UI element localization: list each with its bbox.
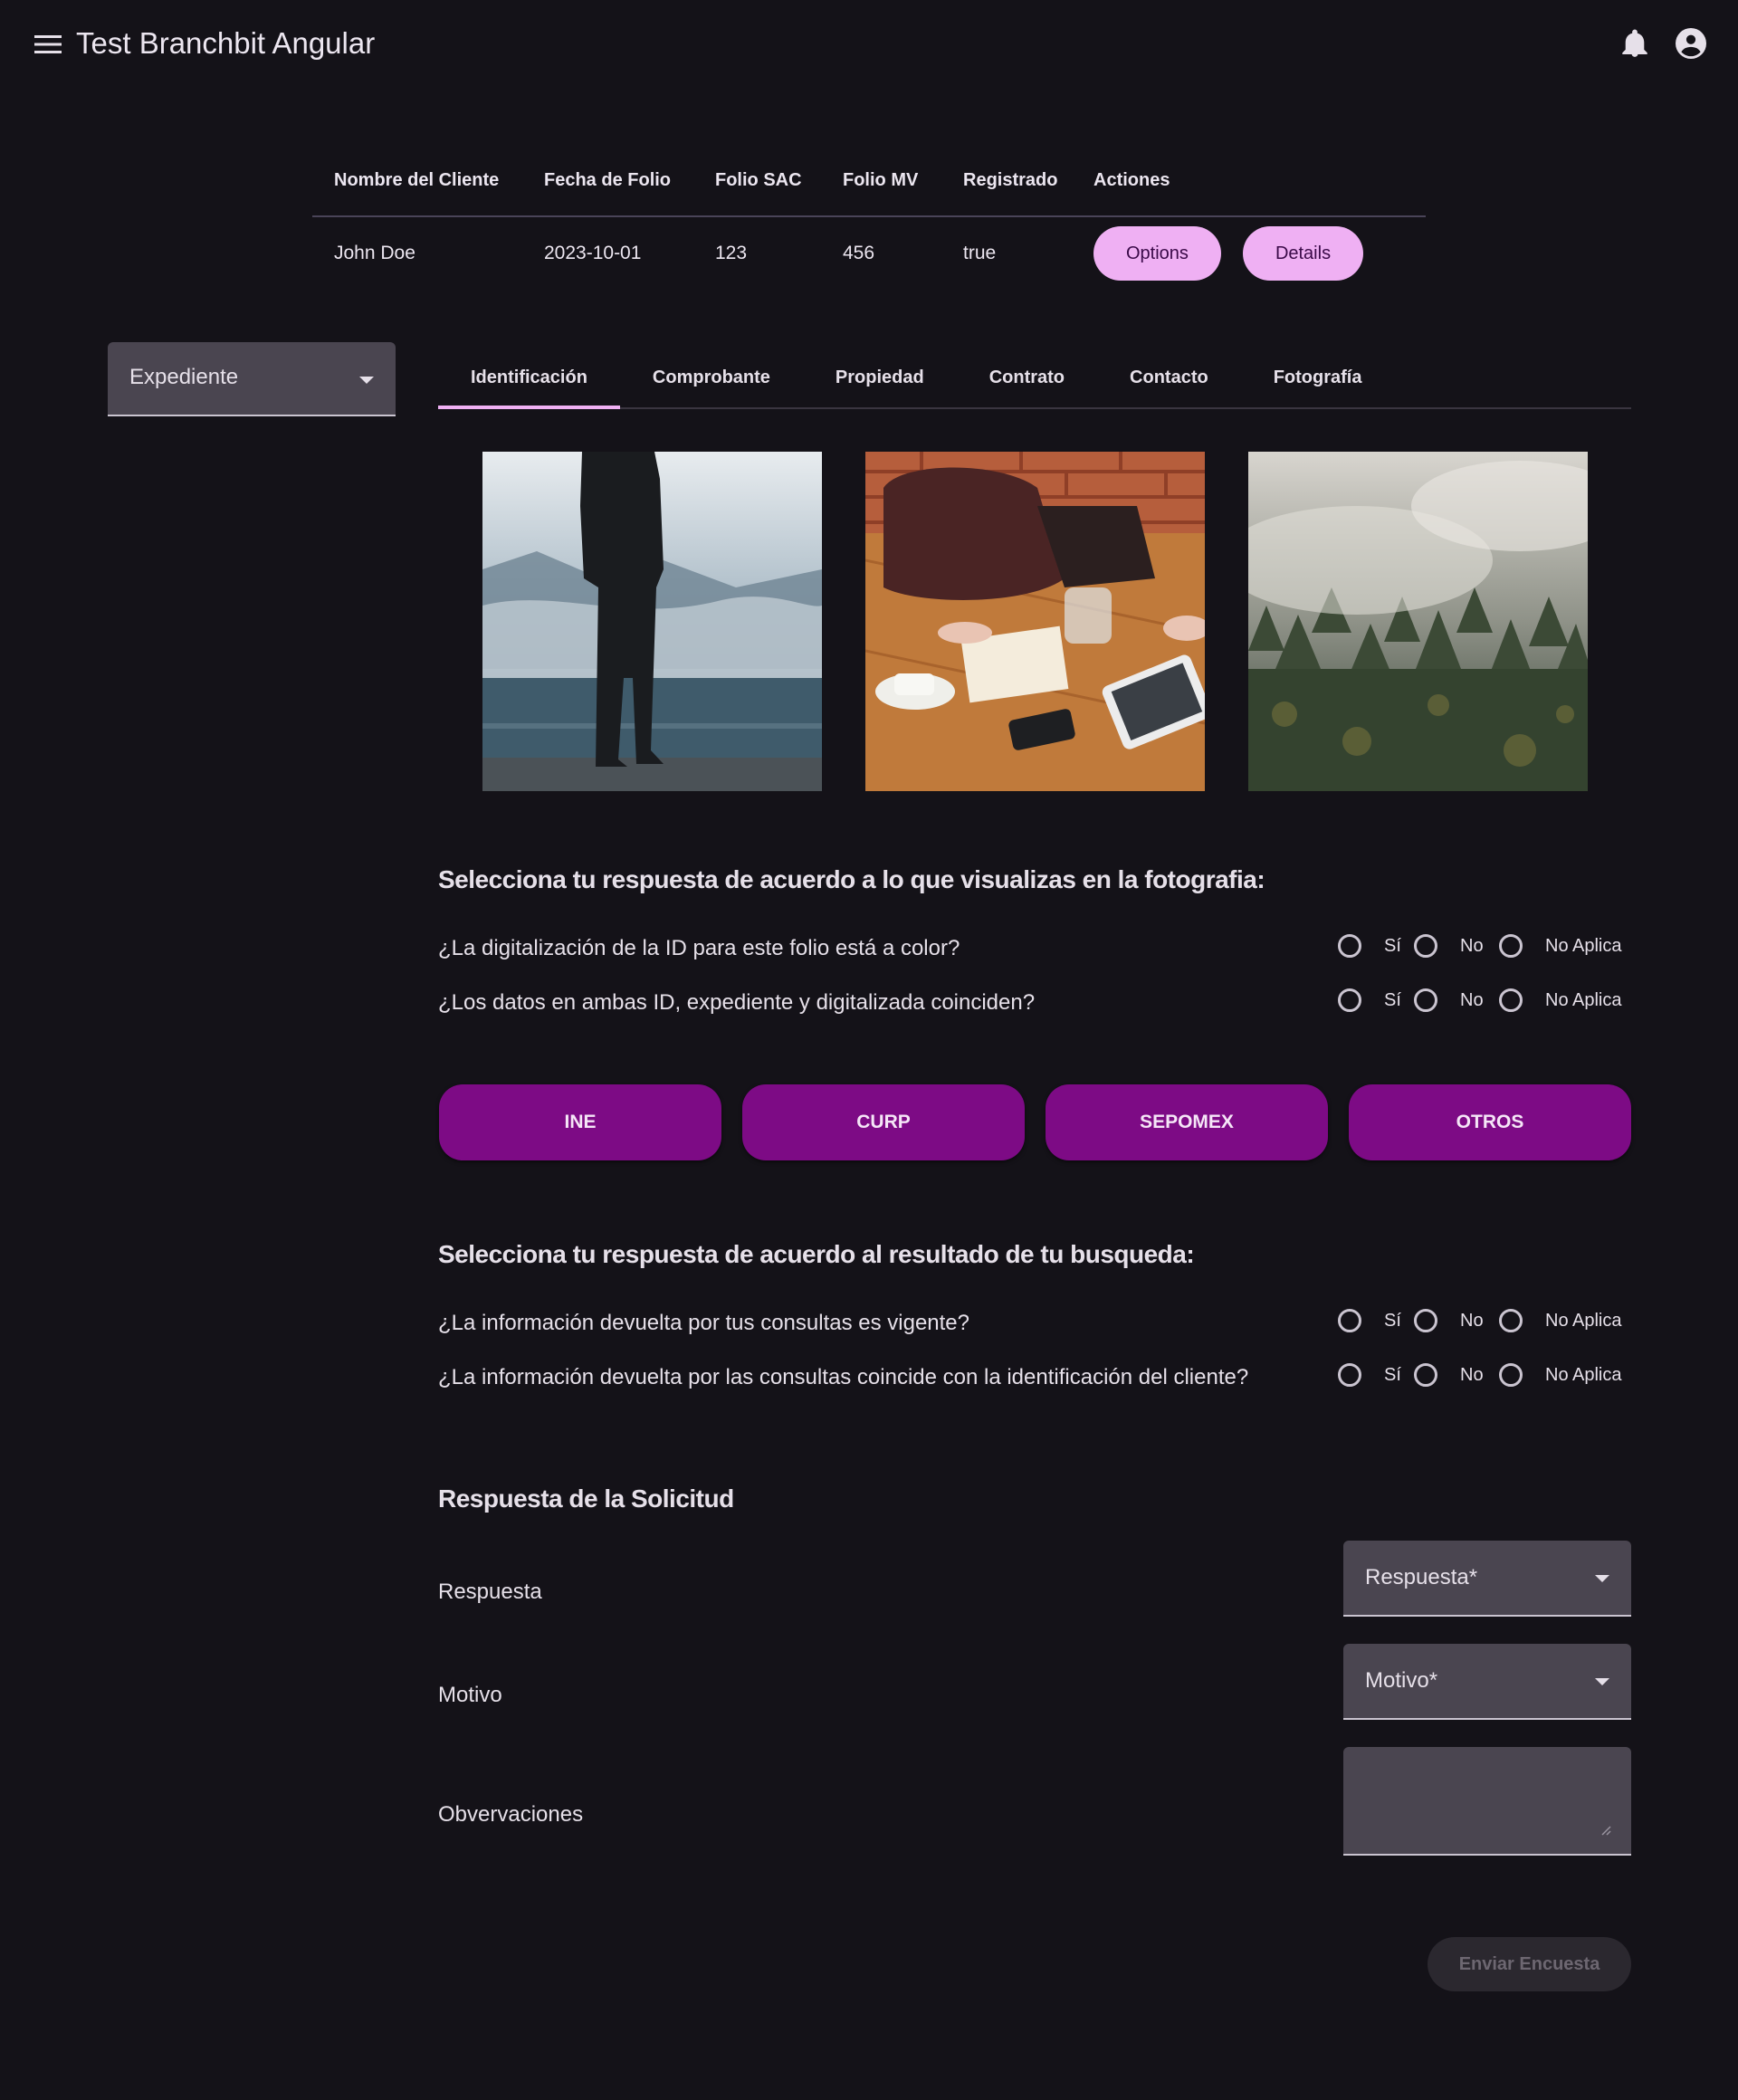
- question-id-color: ¿La digitalización de la ID para este fo…: [438, 936, 960, 960]
- motivo-placeholder: Motivo*: [1365, 1668, 1438, 1693]
- question-datos-coinciden: ¿Los datos en ambas ID, expediente y dig…: [438, 990, 1036, 1015]
- radio-no-aplica[interactable]: [1499, 1309, 1523, 1332]
- header-actions: Actiones: [1093, 169, 1170, 190]
- question-info-vigente: ¿La información devuelta por tus consult…: [438, 1311, 970, 1335]
- question-info-coincide: ¿La información devuelta por las consult…: [438, 1365, 1249, 1389]
- cell-actions: Options Details: [1079, 226, 1426, 281]
- radio-label-no-aplica[interactable]: No Aplica: [1545, 1365, 1622, 1386]
- motivo-label: Motivo: [438, 1683, 502, 1707]
- account-button[interactable]: [1671, 24, 1711, 63]
- radio-group-info-coincide: Sí No No Aplica: [1336, 1361, 1635, 1394]
- radio-label-no-aplica[interactable]: No Aplica: [1545, 936, 1622, 957]
- radio-no[interactable]: [1414, 988, 1437, 1012]
- radio-group-id-color: Sí No No Aplica: [1336, 932, 1635, 965]
- section1-title: Selecciona tu respuesta de acuerdo a lo …: [438, 865, 1265, 893]
- radio-group-info-vigente: Sí No No Aplica: [1336, 1307, 1635, 1340]
- menu-icon: [34, 35, 62, 53]
- table-header-row: Nombre del Cliente Fecha de Folio Folio …: [312, 145, 1426, 217]
- dropdown-arrow-icon: [1595, 1678, 1609, 1685]
- client-table: Nombre del Cliente Fecha de Folio Folio …: [312, 145, 1426, 290]
- top-toolbar: Test Branchbit Angular: [0, 0, 1738, 87]
- tab-comprobante[interactable]: Comprobante: [620, 348, 803, 407]
- radio-no[interactable]: [1414, 1363, 1437, 1387]
- radio-label-si[interactable]: Sí: [1384, 1311, 1401, 1332]
- header-nombre: Nombre del Cliente: [334, 169, 500, 190]
- section3-title: Respuesta de la Solicitud: [438, 1484, 734, 1513]
- cell-registrado: true: [963, 243, 997, 263]
- tab-contacto[interactable]: Contacto: [1097, 348, 1241, 407]
- tab-bar: Identificación Comprobante Propiedad Con…: [438, 348, 1631, 409]
- radio-no[interactable]: [1414, 934, 1437, 958]
- cell-nombre: John Doe: [334, 243, 415, 263]
- photo-desk: [865, 452, 1205, 791]
- radio-no-aplica[interactable]: [1499, 988, 1523, 1012]
- menu-button[interactable]: [29, 25, 67, 63]
- radio-group-datos-coinciden: Sí No No Aplica: [1336, 987, 1635, 1019]
- dropdown-arrow-icon: [1595, 1575, 1609, 1582]
- app-root: Test Branchbit Angular Nombre del Client…: [0, 0, 1738, 2100]
- radio-no-aplica[interactable]: [1499, 934, 1523, 958]
- expediente-select[interactable]: Expediente: [108, 342, 396, 416]
- curp-button[interactable]: CURP: [742, 1084, 1025, 1160]
- cell-folio-sac: 123: [715, 243, 748, 263]
- cell-fecha: 2023-10-01: [544, 243, 642, 263]
- radio-si[interactable]: [1338, 934, 1361, 958]
- expediente-select-value: Expediente: [129, 365, 239, 389]
- account-circle-icon: [1676, 28, 1706, 59]
- radio-label-no[interactable]: No: [1460, 936, 1484, 957]
- submit-survey-button[interactable]: Enviar Encuesta: [1428, 1937, 1631, 1991]
- radio-label-no[interactable]: No: [1460, 1311, 1484, 1332]
- photo-person-lake: [482, 452, 822, 791]
- dropdown-arrow-icon: [359, 377, 374, 384]
- respuesta-select[interactable]: Respuesta*: [1343, 1541, 1631, 1617]
- options-button[interactable]: Options: [1093, 226, 1221, 281]
- radio-label-no[interactable]: No: [1460, 1365, 1484, 1386]
- respuesta-label: Respuesta: [438, 1580, 542, 1604]
- section2-title: Selecciona tu respuesta de acuerdo al re…: [438, 1240, 1195, 1268]
- observaciones-label: Obvervaciones: [438, 1802, 584, 1827]
- radio-si[interactable]: [1338, 988, 1361, 1012]
- radio-label-no-aplica[interactable]: No Aplica: [1545, 1311, 1622, 1332]
- radio-label-si[interactable]: Sí: [1384, 1365, 1401, 1386]
- cell-folio-mv: 456: [843, 243, 875, 263]
- details-button[interactable]: Details: [1242, 226, 1364, 281]
- header-folio-mv: Folio MV: [843, 169, 919, 190]
- sepomex-button[interactable]: SEPOMEX: [1046, 1084, 1328, 1160]
- motivo-select[interactable]: Motivo*: [1343, 1644, 1631, 1720]
- header-fecha: Fecha de Folio: [544, 169, 672, 190]
- table-row: John Doe 2023-10-01 123 456 true Options…: [312, 217, 1426, 290]
- respuesta-placeholder: Respuesta*: [1365, 1565, 1478, 1589]
- header-registrado: Registrado: [963, 169, 1058, 190]
- resize-handle-icon[interactable]: [1599, 1823, 1611, 1836]
- tab-contrato[interactable]: Contrato: [957, 348, 1097, 407]
- observaciones-textarea[interactable]: [1343, 1747, 1631, 1856]
- radio-label-si[interactable]: Sí: [1384, 936, 1401, 957]
- radio-no[interactable]: [1414, 1309, 1437, 1332]
- tab-identificacion[interactable]: Identificación: [438, 348, 620, 409]
- app-title: Test Branchbit Angular: [76, 26, 376, 60]
- radio-label-no-aplica[interactable]: No Aplica: [1545, 990, 1622, 1011]
- tab-fotografia[interactable]: Fotografía: [1241, 348, 1395, 407]
- radio-label-no[interactable]: No: [1460, 990, 1484, 1011]
- radio-si[interactable]: [1338, 1363, 1361, 1387]
- header-folio-sac: Folio SAC: [715, 169, 802, 190]
- radio-label-si[interactable]: Sí: [1384, 990, 1401, 1011]
- ine-button[interactable]: INE: [439, 1084, 721, 1160]
- tab-propiedad[interactable]: Propiedad: [803, 348, 957, 407]
- radio-si[interactable]: [1338, 1309, 1361, 1332]
- radio-no-aplica[interactable]: [1499, 1363, 1523, 1387]
- photo-forest: [1248, 452, 1588, 791]
- bell-icon: [1622, 29, 1647, 57]
- notifications-button[interactable]: [1617, 25, 1653, 62]
- otros-button[interactable]: OTROS: [1349, 1084, 1631, 1160]
